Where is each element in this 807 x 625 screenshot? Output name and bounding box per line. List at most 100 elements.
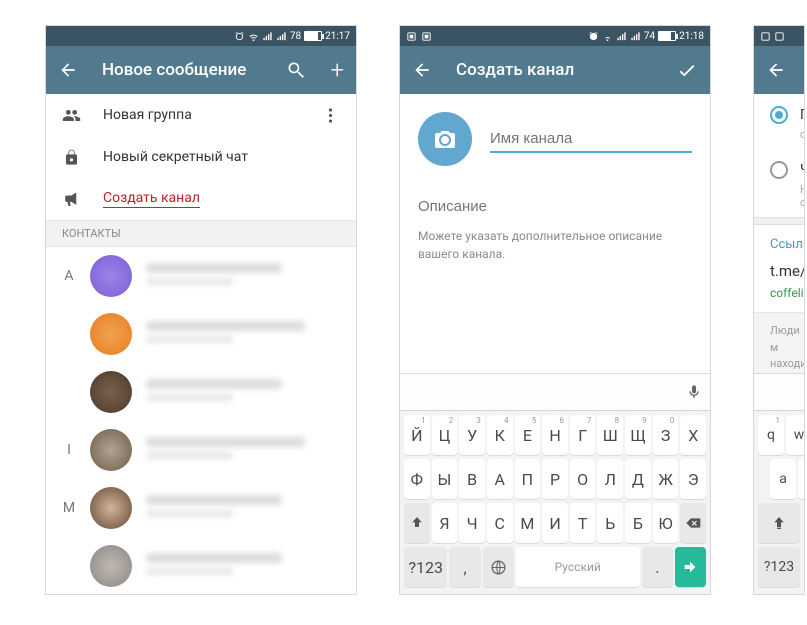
key-Й[interactable]: Й1	[404, 415, 430, 455]
confirm-icon[interactable]	[676, 59, 698, 81]
key-Ф[interactable]: Ф	[404, 459, 430, 499]
radio-subtext: со	[754, 128, 805, 149]
letter-index: A	[62, 268, 76, 284]
key-Х[interactable]: Х	[680, 415, 706, 455]
key-Ш[interactable]: Ш8	[597, 415, 623, 455]
key-С[interactable]: С	[487, 503, 513, 543]
photo-button[interactable]	[418, 112, 472, 166]
screenshot2-icon	[774, 31, 785, 42]
radio-private[interactable]: Ча	[754, 149, 804, 183]
key-Э[interactable]: Э	[680, 459, 706, 499]
key-q[interactable]: q1	[758, 415, 784, 455]
key-Я[interactable]: Я	[432, 503, 458, 543]
key-А[interactable]: А	[487, 459, 513, 499]
megaphone-icon	[62, 190, 81, 209]
signal2-icon	[630, 31, 641, 42]
avatar	[90, 313, 132, 355]
avatar	[90, 255, 132, 297]
back-icon[interactable]	[412, 60, 432, 80]
divider	[754, 217, 804, 225]
key-Е[interactable]: Е5	[515, 415, 541, 455]
key-Д[interactable]: Д	[625, 459, 651, 499]
shift-key[interactable]	[404, 503, 430, 543]
key-О[interactable]: О	[570, 459, 596, 499]
channel-form: Можете указать дополнительное описание в…	[400, 94, 710, 271]
avatar	[90, 371, 132, 413]
symbols-key[interactable]: ?123	[404, 547, 447, 587]
contact-info	[146, 495, 340, 522]
lang-key[interactable]	[483, 547, 514, 587]
avatar	[90, 487, 132, 529]
key-Н[interactable]: Н6	[542, 415, 568, 455]
contact-row[interactable]: M	[46, 479, 356, 537]
wifi-icon	[248, 31, 259, 42]
contact-row[interactable]	[46, 537, 356, 595]
space-key[interactable]: Русский	[516, 547, 640, 587]
key-Л[interactable]: Л	[597, 459, 623, 499]
enter-key[interactable]	[675, 547, 706, 587]
contact-row[interactable]	[46, 305, 356, 363]
channel-desc-input[interactable]	[418, 194, 692, 223]
header-title: Создать канал	[456, 60, 652, 80]
status-time: 21:17	[325, 31, 350, 42]
back-icon[interactable]	[58, 60, 78, 80]
contact-row[interactable]	[46, 363, 356, 421]
key-И[interactable]: И	[542, 503, 568, 543]
back-icon[interactable]	[766, 60, 786, 80]
key-Щ[interactable]: Щ9	[625, 415, 651, 455]
radio-public[interactable]: Пу	[754, 94, 804, 128]
period-key[interactable]: .	[642, 547, 673, 587]
key-Ц[interactable]: Ц2	[432, 415, 458, 455]
battery-label: 78	[290, 31, 301, 42]
menu-new-channel[interactable]: Создать канал	[46, 178, 356, 220]
menu-new-group[interactable]: Новая группа	[46, 94, 356, 136]
radio-subtext: На со	[754, 183, 805, 217]
key-Б[interactable]: Б	[625, 503, 651, 543]
contact-row[interactable]: I	[46, 421, 356, 479]
channel-name-input[interactable]	[490, 126, 692, 153]
key-В[interactable]: В	[459, 459, 485, 499]
alarm-icon	[234, 31, 245, 42]
add-icon[interactable]: +	[330, 60, 344, 80]
more-icon[interactable]	[321, 106, 340, 125]
key-У[interactable]: У3	[459, 415, 485, 455]
key-a[interactable]: a	[770, 459, 796, 499]
letter-index: M	[62, 500, 76, 516]
contact-row[interactable]: A	[46, 247, 356, 305]
key-Г[interactable]: Г7	[570, 415, 596, 455]
key-Ч[interactable]: Ч	[459, 503, 485, 543]
suggestion-bar[interactable]	[754, 373, 804, 411]
avatar	[90, 429, 132, 471]
key-Ь[interactable]: Ь	[597, 503, 623, 543]
key-Ж[interactable]: Ж	[653, 459, 679, 499]
contact-info	[146, 321, 340, 348]
contact-info	[146, 553, 340, 580]
key-П[interactable]: П	[515, 459, 541, 499]
key-w[interactable]: w2	[786, 415, 805, 455]
key-Ю[interactable]: Ю	[653, 503, 679, 543]
menu-new-secret-chat[interactable]: Новый секретный чат	[46, 136, 356, 178]
key-Ы[interactable]: Ы	[432, 459, 458, 499]
screenshot-icon	[760, 31, 771, 42]
link-available: coffelif	[770, 286, 788, 300]
key-s[interactable]: s	[798, 459, 805, 499]
backspace-key[interactable]	[680, 503, 706, 543]
phone-create-channel: 74 21:18 Создать канал Можете указать до…	[399, 25, 711, 595]
key-З[interactable]: З0	[653, 415, 679, 455]
menu-label: Новая группа	[103, 107, 192, 123]
key-К[interactable]: К4	[487, 415, 513, 455]
alarm-icon	[588, 31, 599, 42]
search-icon[interactable]	[286, 60, 306, 80]
suggestion-bar[interactable]	[400, 373, 710, 411]
key-Р[interactable]: Р	[542, 459, 568, 499]
comma-key[interactable]: ,	[449, 547, 480, 587]
shift-key[interactable]	[758, 503, 800, 543]
contact-info	[146, 379, 340, 406]
link-label: Ссылк	[770, 237, 788, 252]
keyboard: Й1Ц2У3К4Е5Н6Г7Ш8Щ9З0Х ФЫВАПРОЛДЖЭ ЯЧСМИТ…	[400, 373, 710, 594]
key-Т[interactable]: Т	[570, 503, 596, 543]
screenshot-icon	[406, 31, 417, 42]
mic-icon[interactable]	[686, 384, 702, 400]
symbols-key[interactable]: ?123	[758, 547, 800, 587]
key-М[interactable]: М	[515, 503, 541, 543]
